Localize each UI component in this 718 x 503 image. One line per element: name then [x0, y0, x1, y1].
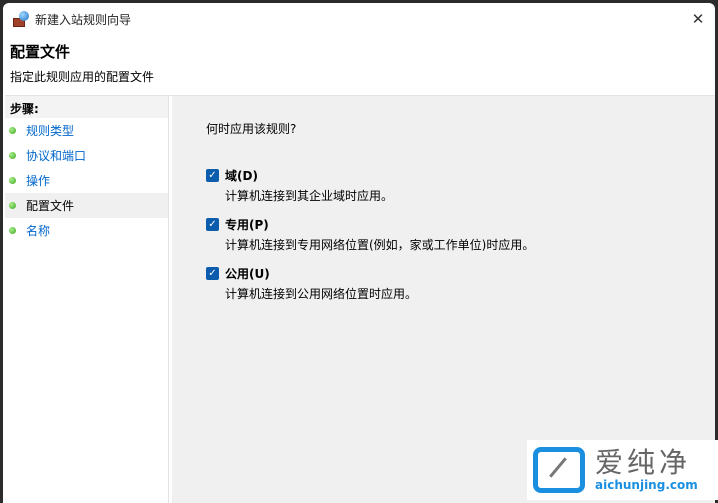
window-title: 新建入站规则向导 — [35, 12, 132, 27]
step-label: 协议和端口 — [26, 149, 87, 163]
watermark-logo-icon — [533, 447, 585, 493]
private-label[interactable]: 专用(P) — [225, 216, 269, 233]
question-label: 何时应用该规则? — [206, 122, 297, 136]
header: 配置文件 指定此规则应用的配置文件 — [3, 35, 715, 93]
domain-description: 计算机连接到其企业域时应用。 — [225, 189, 394, 203]
watermark-text: 爱纯净 — [595, 446, 692, 479]
option-domain: ✓ 域(D) 计算机连接到其企业域时应用。 — [206, 167, 715, 204]
step-protocol-ports[interactable]: 协议和端口 — [5, 143, 168, 168]
step-label: 配置文件 — [26, 199, 75, 213]
step-label: 名称 — [26, 224, 51, 238]
watermark-url: aichunjing.com — [595, 478, 698, 492]
public-label[interactable]: 公用(U) — [225, 265, 270, 282]
step-dot-icon — [9, 177, 16, 184]
private-checkbox[interactable]: ✓ — [206, 218, 219, 231]
step-name[interactable]: 名称 — [5, 218, 168, 243]
step-dot-icon — [9, 202, 16, 209]
step-dot-icon — [9, 152, 16, 159]
steps-panel: 步骤: 规则类型 协议和端口 操作 配置文件 名称 — [5, 96, 169, 503]
step-profile[interactable]: 配置文件 — [5, 193, 168, 218]
private-description: 计算机连接到专用网络位置(例如，家或工作单位)时应用。 — [225, 238, 535, 252]
domain-label[interactable]: 域(D) — [225, 167, 258, 184]
title-bar: 新建入站规则向导 ✕ — [3, 3, 715, 35]
public-checkbox[interactable]: ✓ — [206, 267, 219, 280]
page-subtitle: 指定此规则应用的配置文件 — [10, 70, 155, 84]
domain-checkbox[interactable]: ✓ — [206, 169, 219, 182]
close-button[interactable]: ✕ — [687, 9, 709, 29]
page-title: 配置文件 — [10, 43, 71, 61]
wizard-window: 新建入站规则向导 ✕ 配置文件 指定此规则应用的配置文件 步骤: 规则类型 协议… — [3, 3, 715, 503]
option-public: ✓ 公用(U) 计算机连接到公用网络位置时应用。 — [206, 265, 715, 302]
public-description: 计算机连接到公用网络位置时应用。 — [225, 287, 418, 301]
step-dot-icon — [9, 127, 16, 134]
step-rule-type[interactable]: 规则类型 — [5, 118, 168, 143]
steps-heading: 步骤: — [5, 96, 168, 118]
step-action[interactable]: 操作 — [5, 168, 168, 193]
option-private: ✓ 专用(P) 计算机连接到专用网络位置(例如，家或工作单位)时应用。 — [206, 216, 715, 253]
step-label: 规则类型 — [26, 124, 75, 138]
step-label: 操作 — [26, 174, 51, 188]
step-dot-icon — [9, 227, 16, 234]
firewall-icon — [13, 11, 29, 27]
watermark: 爱纯净 aichunjing.com — [527, 440, 718, 500]
